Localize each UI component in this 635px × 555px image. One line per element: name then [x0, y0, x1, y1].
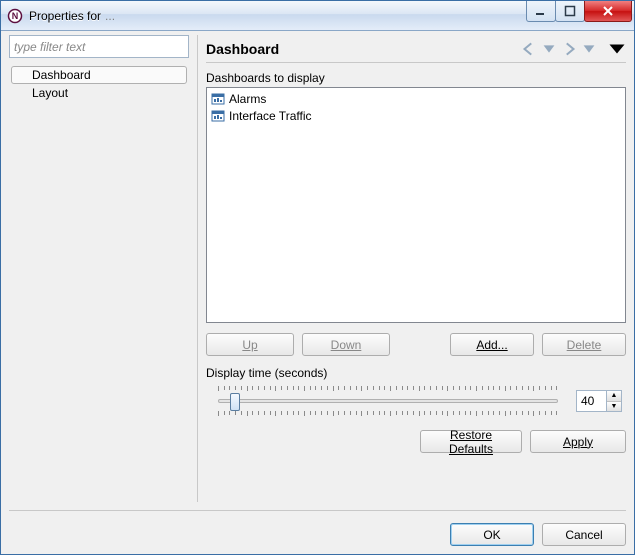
apply-button[interactable]: Apply: [530, 430, 626, 453]
client-area: Dashboard Layout Dashboard: [1, 31, 634, 554]
dashboard-icon: [211, 109, 225, 123]
properties-dialog: N Properties for ... Dashboard: [0, 0, 635, 555]
window-title: Properties for: [29, 9, 101, 23]
add-button[interactable]: Add...: [450, 333, 534, 356]
maximize-button[interactable]: [555, 1, 585, 22]
filter-input[interactable]: [9, 35, 189, 58]
list-item[interactable]: Interface Traffic: [209, 107, 623, 124]
up-button[interactable]: Up: [206, 333, 294, 356]
page-header: Dashboard: [206, 35, 626, 63]
nav-back-icon[interactable]: [520, 40, 538, 58]
display-time-label: Display time (seconds): [206, 366, 626, 380]
list-item-label: Alarms: [229, 92, 266, 106]
delete-button[interactable]: Delete: [542, 333, 626, 356]
horizontal-separator: [9, 510, 626, 511]
close-button[interactable]: [584, 1, 632, 22]
dropdown-forward-icon[interactable]: [580, 40, 598, 58]
preference-tree[interactable]: Dashboard Layout: [9, 62, 189, 502]
page-title: Dashboard: [206, 41, 279, 57]
display-time-slider[interactable]: [210, 386, 566, 416]
cancel-button[interactable]: Cancel: [542, 523, 626, 546]
tree-item-label: Dashboard: [32, 68, 91, 82]
vertical-separator: [197, 35, 198, 502]
window-title-faded: ...: [105, 9, 115, 23]
right-pane: Dashboard: [206, 35, 626, 502]
spinner-down-icon[interactable]: ▼: [607, 401, 621, 412]
dashboards-list[interactable]: Alarms Interface Traffic: [206, 87, 626, 323]
restore-defaults-button[interactable]: Restore Defaults: [420, 430, 522, 453]
dropdown-back-icon[interactable]: [540, 40, 558, 58]
list-label: Dashboards to display: [206, 71, 626, 85]
tree-item-layout[interactable]: Layout: [11, 84, 187, 102]
ok-button[interactable]: OK: [450, 523, 534, 546]
tree-item-dashboard[interactable]: Dashboard: [11, 66, 187, 84]
app-icon: N: [7, 8, 23, 24]
nav-forward-icon[interactable]: [560, 40, 578, 58]
titlebar[interactable]: N Properties for ...: [1, 1, 634, 31]
left-pane: Dashboard Layout: [9, 35, 189, 502]
dashboard-icon: [211, 92, 225, 106]
footer: OK Cancel: [9, 523, 626, 546]
view-menu-icon[interactable]: [608, 40, 626, 58]
list-item[interactable]: Alarms: [209, 90, 623, 107]
display-time-spinner[interactable]: ▲ ▼: [576, 390, 622, 412]
list-item-label: Interface Traffic: [229, 109, 311, 123]
tree-item-label: Layout: [32, 86, 68, 100]
down-button[interactable]: Down: [302, 333, 390, 356]
svg-text:N: N: [12, 11, 19, 21]
list-button-bar: Up Down Add... Delete: [206, 333, 626, 356]
window-buttons: [527, 1, 632, 22]
spinner-up-icon[interactable]: ▲: [607, 391, 621, 401]
display-time-input[interactable]: [576, 390, 606, 412]
display-time-row: ▲ ▼: [206, 386, 626, 416]
minimize-button[interactable]: [526, 1, 556, 22]
slider-thumb-icon[interactable]: [230, 393, 240, 411]
